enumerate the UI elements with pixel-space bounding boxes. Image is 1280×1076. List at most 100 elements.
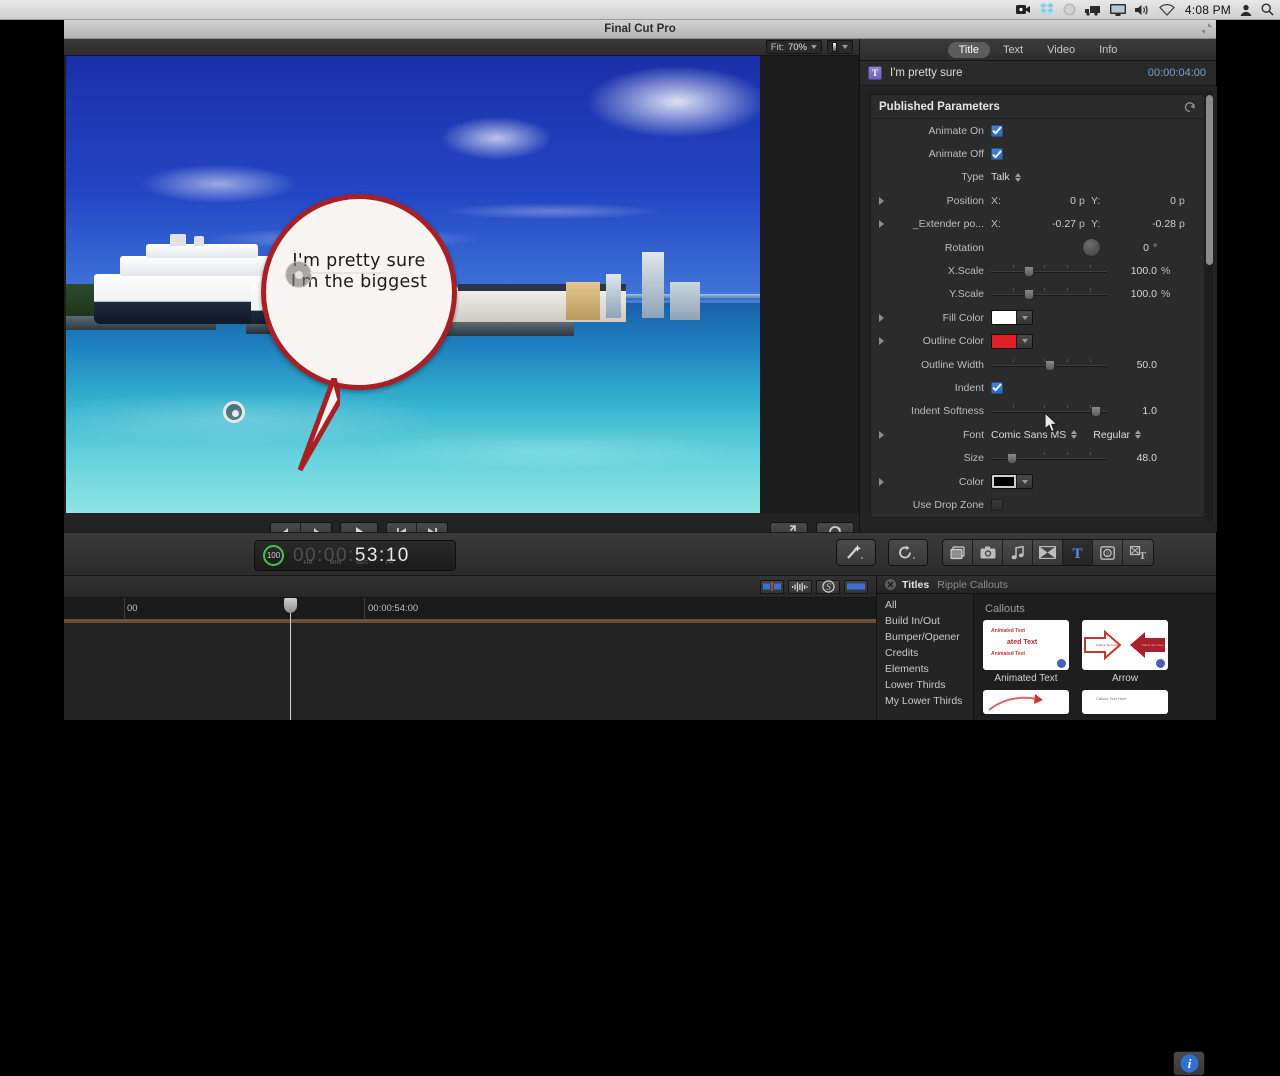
display-icon[interactable]: [1109, 3, 1126, 16]
browser-item-animated-text[interactable]: Animated Text ated Text Animated Text An…: [983, 620, 1069, 684]
clip-duration[interactable]: 00:00:04:00: [1148, 67, 1206, 79]
disclosure-triangle[interactable]: [875, 337, 887, 346]
playhead-handle[interactable]: [284, 598, 297, 613]
effects-browser-button[interactable]: T: [1123, 540, 1153, 565]
bubble-tail-handle[interactable]: [223, 401, 245, 423]
menubar-clock[interactable]: 4:08 PM: [1185, 3, 1231, 17]
category-all[interactable]: All: [877, 597, 973, 613]
spotlight-search-icon[interactable]: [1261, 3, 1274, 16]
timeline-tracks-area[interactable]: [64, 620, 876, 720]
transitions-browser-button[interactable]: [1033, 540, 1063, 565]
thumbnail-animated-text[interactable]: Animated Text ated Text Animated Text: [983, 620, 1069, 670]
disclosure-triangle[interactable]: [875, 477, 887, 486]
timeline-clip-strip[interactable]: [64, 621, 876, 623]
inspector-scrollbar-thumb[interactable]: [1206, 95, 1213, 265]
titles-browser-button[interactable]: T: [1063, 540, 1093, 565]
chevron-down-icon[interactable]: [842, 45, 848, 49]
font-family-popup[interactable]: Comic Sans MS: [991, 429, 1078, 441]
disclosure-triangle[interactable]: [875, 196, 887, 205]
viewer-canvas[interactable]: I'm pretty sure I'm the biggest: [66, 56, 760, 513]
tab-text[interactable]: Text: [992, 42, 1034, 58]
fill-color-menu-button[interactable]: [1016, 311, 1032, 325]
audio-waveform-icon[interactable]: [788, 579, 812, 594]
type-popup-menu[interactable]: Talk: [991, 171, 1021, 183]
category-lower-thirds[interactable]: Lower Thirds: [877, 677, 973, 693]
animate-on-checkbox[interactable]: [991, 124, 1003, 137]
y-scale-slider[interactable]: [991, 288, 1107, 301]
position-x-field[interactable]: 0: [1005, 195, 1079, 207]
onscreen-transform-bar[interactable]: [310, 272, 385, 274]
tab-info[interactable]: Info: [1088, 42, 1128, 58]
inspector-toggle-button[interactable]: i: [1173, 1051, 1205, 1076]
indent-checkbox[interactable]: [991, 381, 1003, 394]
volume-icon[interactable]: [1134, 4, 1150, 16]
category-build-in-out[interactable]: Build In/Out: [877, 613, 973, 629]
outline-width-slider[interactable]: [991, 358, 1107, 371]
dropbox-icon[interactable]: [1039, 3, 1054, 16]
position-y-field[interactable]: 0: [1105, 195, 1179, 207]
timeline-ruler[interactable]: 00 00:00:54:00: [64, 598, 876, 620]
onscreen-transform-handle[interactable]: [285, 261, 312, 288]
tab-title[interactable]: Title: [947, 41, 990, 58]
category-bumper-opener[interactable]: Bumper/Opener: [877, 629, 973, 645]
magic-wand-tool-button[interactable]: [837, 540, 875, 565]
use-drop-zone-checkbox[interactable]: [991, 498, 1003, 511]
screen-record-icon[interactable]: [1015, 4, 1031, 15]
reset-icon[interactable]: [1184, 101, 1196, 113]
truck-icon[interactable]: [1084, 4, 1101, 16]
thumbnail-partial-1[interactable]: [983, 690, 1069, 714]
font-style-popup[interactable]: Regular: [1093, 429, 1142, 441]
category-credits[interactable]: Credits: [877, 645, 973, 661]
outline-color-menu-button[interactable]: [1016, 334, 1032, 348]
stepper-icon[interactable]: [1135, 430, 1142, 440]
solo-icon[interactable]: S: [816, 579, 840, 594]
window-resize-icon[interactable]: [1201, 23, 1212, 34]
size-value[interactable]: 48.0: [1115, 452, 1157, 464]
rotation-dial[interactable]: [1082, 238, 1101, 258]
text-color-swatch[interactable]: [992, 475, 1016, 489]
timecode-display[interactable]: 100 00:00:53:10 HR MIN SEC FR: [254, 540, 456, 571]
photos-browser-button[interactable]: [943, 540, 973, 565]
speech-bubble[interactable]: I'm pretty sure I'm the biggest: [261, 194, 457, 390]
retime-tool-button[interactable]: [889, 540, 927, 565]
rotation-value[interactable]: 0: [1107, 242, 1149, 254]
browser-item-partial-1[interactable]: [983, 690, 1069, 714]
viewer-display-options[interactable]: [827, 40, 853, 54]
parameters-scroll-area[interactable]: Published Parameters Animate On Animate …: [860, 86, 1217, 532]
extender-x-field[interactable]: -0.27: [1005, 218, 1079, 230]
x-scale-value[interactable]: 100.0: [1115, 265, 1157, 277]
extender-y-field[interactable]: -0.28: [1105, 218, 1179, 230]
disclosure-triangle[interactable]: [875, 430, 887, 439]
y-scale-value[interactable]: 100.0: [1115, 288, 1157, 300]
thumbnail-arrow[interactable]: Callout Text Here Callout Text Here: [1082, 620, 1168, 670]
stepper-icon[interactable]: [1071, 430, 1078, 440]
tab-video[interactable]: Video: [1036, 42, 1086, 58]
disclosure-triangle[interactable]: [875, 313, 887, 322]
onscreen-transform-endpoint[interactable]: [382, 268, 391, 277]
indent-softness-value[interactable]: 1.0: [1115, 405, 1157, 417]
browser-item-arrow[interactable]: Callout Text Here Callout Text Here Arro…: [1082, 620, 1168, 684]
fill-color-swatch[interactable]: [992, 311, 1016, 325]
outline-color-swatch[interactable]: [992, 334, 1016, 348]
x-scale-slider[interactable]: [991, 265, 1107, 278]
window-titlebar[interactable]: Final Cut Pro: [64, 20, 1216, 39]
close-icon[interactable]: [885, 579, 896, 590]
fill-color-well[interactable]: [991, 310, 1033, 326]
playhead-line[interactable]: [290, 598, 291, 720]
timecode-numbers[interactable]: 00:00:53:10 HR MIN SEC FR: [293, 545, 447, 567]
browser-item-partial-2[interactable]: Callout Text Here: [1082, 690, 1168, 714]
category-my-lower-thirds[interactable]: My Lower Thirds: [877, 693, 973, 709]
animate-off-checkbox[interactable]: [991, 148, 1003, 161]
disclosure-triangle[interactable]: [875, 220, 887, 229]
outline-color-well[interactable]: [991, 333, 1033, 349]
wifi-icon[interactable]: [1159, 3, 1175, 16]
zoom-level-control[interactable]: Fit: 70%: [765, 40, 822, 54]
music-browser-button[interactable]: [1003, 540, 1033, 565]
circle-icon[interactable]: [1063, 3, 1076, 16]
thumbnail-partial-2[interactable]: Callout Text Here: [1082, 690, 1168, 714]
size-slider[interactable]: [991, 452, 1107, 465]
outline-width-value[interactable]: 50.0: [1115, 359, 1157, 371]
markers-icon[interactable]: [760, 579, 784, 594]
text-color-well[interactable]: [991, 474, 1033, 490]
generators-browser-button[interactable]: 2: [1093, 540, 1123, 565]
